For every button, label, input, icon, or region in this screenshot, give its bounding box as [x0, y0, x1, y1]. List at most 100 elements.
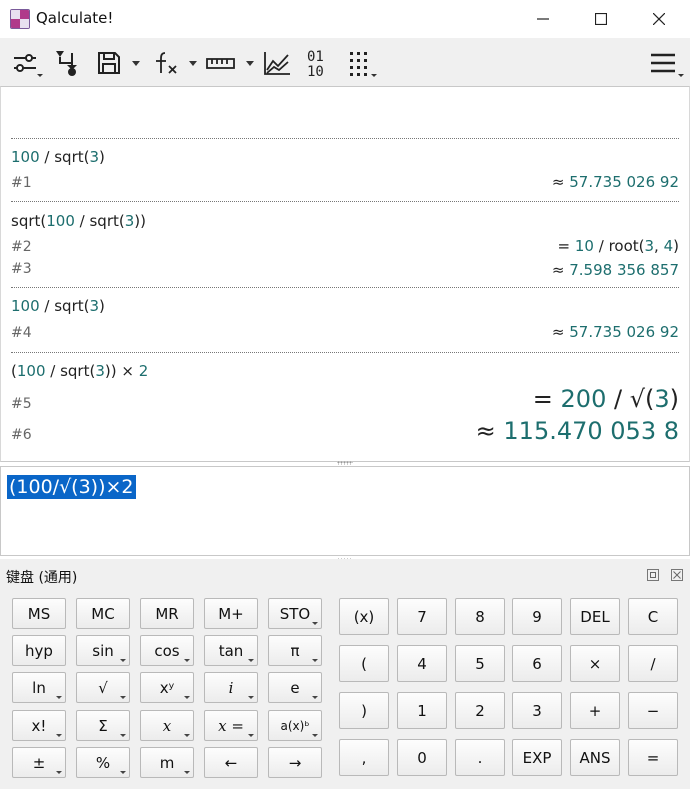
text-token: ): [99, 297, 105, 315]
result-relation: ≈: [551, 323, 570, 341]
key-1-2[interactable]: cos: [140, 635, 194, 666]
sliders-icon: [14, 54, 36, 72]
key-3-0[interactable]: x!: [12, 710, 66, 741]
key-right-1-2[interactable]: 5: [455, 645, 505, 682]
number-token: 100: [11, 297, 40, 315]
key-1-4[interactable]: π: [268, 635, 322, 666]
key-right-1-1[interactable]: 4: [397, 645, 447, 682]
key-0-0[interactable]: MS: [12, 598, 66, 629]
key-label: EXP: [522, 748, 552, 767]
key-0-4[interactable]: STO: [268, 598, 322, 629]
key-0-3[interactable]: M+: [204, 598, 258, 629]
save-menu-button[interactable]: [96, 46, 142, 80]
key-right-0-1[interactable]: 7: [397, 598, 447, 635]
key-label: ±: [32, 753, 46, 772]
key-label: (: [361, 654, 367, 673]
key-right-2-2[interactable]: 2: [455, 692, 505, 729]
key-right-1-4[interactable]: ×: [570, 645, 620, 682]
close-button[interactable]: [630, 0, 688, 38]
key-4-0[interactable]: ±: [12, 747, 66, 778]
key-right-0-4[interactable]: DEL: [570, 598, 620, 635]
key-right-0-3[interactable]: 9: [512, 598, 562, 635]
key-right-2-5[interactable]: −: [628, 692, 678, 729]
history-expression[interactable]: 100 ∕ sqrt(3): [11, 297, 105, 315]
key-right-2-0[interactable]: ): [339, 692, 389, 729]
history-expression[interactable]: (100 ∕ sqrt(3)) × 2: [11, 362, 148, 380]
mode-menu-button[interactable]: [12, 46, 44, 80]
key-right-3-0[interactable]: ,: [339, 739, 389, 776]
key-right-3-2[interactable]: .: [455, 739, 505, 776]
convert-button[interactable]: [54, 46, 82, 80]
key-right-3-1[interactable]: 0: [397, 739, 447, 776]
key-right-0-2[interactable]: 8: [455, 598, 505, 635]
key-0-1[interactable]: MC: [76, 598, 130, 629]
keypad-title: 键盘 (通用): [6, 570, 78, 586]
key-4-2[interactable]: m: [140, 747, 194, 778]
key-2-0[interactable]: ln: [12, 672, 66, 703]
key-1-1[interactable]: sin: [76, 635, 130, 666]
key-label: 6: [532, 654, 542, 673]
history-ref-number: #4: [11, 325, 32, 341]
history-expression[interactable]: 100 ∕ sqrt(3): [11, 148, 105, 166]
key-3-2[interactable]: x: [140, 710, 194, 741]
history-result[interactable]: = 200 ∕ √(3): [533, 385, 679, 413]
key-1-0[interactable]: hyp: [12, 635, 66, 666]
number-bases-button[interactable]: 01 10: [306, 46, 334, 80]
key-4-4[interactable]: →: [268, 747, 322, 778]
key-right-3-3[interactable]: EXP: [512, 739, 562, 776]
key-right-0-0[interactable]: (x): [339, 598, 389, 635]
history-result[interactable]: ≈ 57.735 026 92: [552, 323, 679, 341]
minimize-button[interactable]: [514, 0, 572, 38]
result-relation: ≈: [551, 173, 570, 191]
number-token: 3: [89, 148, 100, 166]
keypad-menu-button[interactable]: [348, 46, 378, 80]
keypad-float-button[interactable]: [647, 569, 659, 581]
keypad-close-button[interactable]: [671, 569, 683, 581]
close-icon: [673, 571, 681, 579]
main-menu-button[interactable]: [650, 46, 684, 80]
history-result[interactable]: ≈ 115.470 053 8: [476, 417, 679, 445]
dropdown-arrow-icon: [56, 734, 62, 737]
close-icon: [653, 13, 665, 25]
history-view[interactable]: 100 ∕ sqrt(3) #1 ≈ 57.735 026 92 sqrt(100 ∕…: [0, 86, 690, 462]
functions-menu-button[interactable]: [153, 46, 199, 80]
key-3-3[interactable]: x =: [204, 710, 258, 741]
units-menu-button[interactable]: [206, 46, 256, 80]
key-0-2[interactable]: MR: [140, 598, 194, 629]
key-label: x =: [218, 716, 244, 735]
expression-entry[interactable]: (100/√(3))×2: [0, 466, 690, 556]
key-2-3[interactable]: i: [204, 672, 258, 703]
key-3-4[interactable]: a(x)ᵇ: [268, 710, 322, 741]
key-2-1[interactable]: √: [76, 672, 130, 703]
history-result[interactable]: ≈ 57.735 026 92: [552, 173, 679, 191]
history-result[interactable]: ≈ 7.598 356 857: [552, 261, 679, 279]
key-label: π: [290, 641, 300, 660]
key-2-2[interactable]: xʸ: [140, 672, 194, 703]
history-result[interactable]: = 10 ∕ root(3, 4): [558, 237, 679, 255]
key-right-2-3[interactable]: 3: [512, 692, 562, 729]
key-right-2-1[interactable]: 1: [397, 692, 447, 729]
key-1-3[interactable]: tan: [204, 635, 258, 666]
key-2-4[interactable]: e: [268, 672, 322, 703]
history-resize-handle[interactable]: [337, 461, 353, 465]
key-right-1-0[interactable]: (: [339, 645, 389, 682]
key-4-1[interactable]: %: [76, 747, 130, 778]
key-right-0-5[interactable]: C: [628, 598, 678, 635]
key-label: 4: [417, 654, 427, 673]
key-right-3-5[interactable]: =: [628, 739, 678, 776]
result-relation: =: [532, 385, 561, 413]
plot-button[interactable]: [263, 46, 293, 80]
key-right-1-3[interactable]: 6: [512, 645, 562, 682]
key-label: cos: [154, 641, 180, 660]
key-3-1[interactable]: Σ: [76, 710, 130, 741]
history-expression[interactable]: sqrt(100 ∕ sqrt(3)): [11, 212, 146, 230]
key-right-3-4[interactable]: ANS: [570, 739, 620, 776]
function-icon: [156, 52, 177, 74]
key-right-1-5[interactable]: ∕: [628, 645, 678, 682]
expression-entry-text: (100/√(3))×2: [7, 475, 136, 499]
key-label: xʸ: [159, 678, 175, 697]
maximize-button[interactable]: [572, 0, 630, 38]
number-token: 3: [95, 362, 105, 380]
key-4-3[interactable]: ←: [204, 747, 258, 778]
key-right-2-4[interactable]: +: [570, 692, 620, 729]
